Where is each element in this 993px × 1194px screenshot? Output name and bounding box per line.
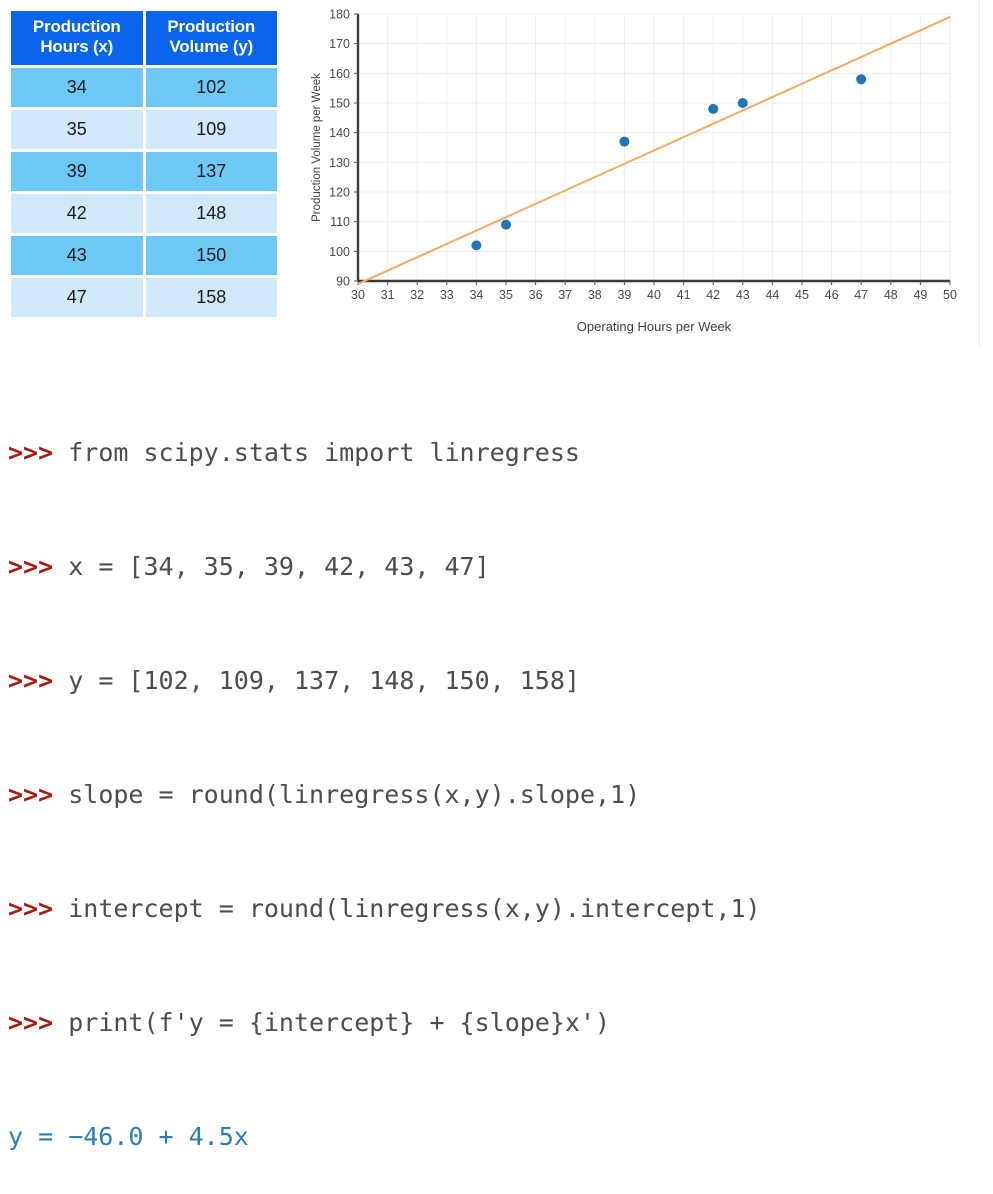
- x-tick-label: 46: [825, 288, 839, 302]
- table-header-row: Production Hours (x) Production Volume (…: [11, 11, 277, 65]
- table-row: 43 150: [11, 236, 277, 275]
- chart-axes: [354, 13, 951, 285]
- cell-volume: 158: [145, 278, 277, 317]
- x-tick-label: 42: [706, 288, 720, 302]
- console-line: >>> slope = round(linregress(x,y).slope,…: [8, 776, 993, 814]
- console-code: slope = round(linregress(x,y).slope,1): [68, 780, 641, 809]
- cell-volume: 137: [145, 152, 277, 191]
- column-header-line-1: Production: [167, 17, 256, 36]
- x-tick-label: 36: [529, 288, 543, 302]
- cell-hours: 35: [11, 110, 143, 149]
- cell-hours: 39: [11, 152, 143, 191]
- table-row: 35 109: [11, 110, 277, 149]
- console-prompt: >>>: [8, 894, 54, 923]
- column-header-line-2: Hours (x): [40, 37, 114, 56]
- console-prompt: >>>: [8, 780, 54, 809]
- data-point: [501, 219, 511, 230]
- console-code: intercept = round(linregress(x,y).interc…: [68, 894, 761, 923]
- x-tick-label: 43: [736, 288, 750, 302]
- x-tick-label: 50: [943, 288, 957, 302]
- console-line: >>> print(f'y = {intercept} + {slope}x'): [8, 1004, 993, 1042]
- data-point: [471, 240, 482, 251]
- cell-volume: 148: [145, 194, 277, 233]
- cell-hours: 43: [11, 236, 143, 275]
- table-header: Production Hours (x) Production Volume (…: [11, 11, 277, 65]
- cell-volume: 102: [145, 68, 277, 107]
- cell-volume: 150: [145, 236, 277, 275]
- cell-hours: 34: [11, 68, 143, 107]
- console-prompt: >>>: [8, 552, 54, 581]
- console-code: print(f'y = {intercept} + {slope}x'): [68, 1008, 611, 1037]
- production-data-table: Production Hours (x) Production Volume (…: [8, 8, 280, 320]
- column-header-production-volume: Production Volume (y): [145, 11, 277, 65]
- table-row: 42 148: [11, 194, 277, 233]
- console-output: y = −46.0 + 4.5x: [8, 1122, 249, 1151]
- cell-volume: 109: [145, 110, 277, 149]
- chart-gridlines: [357, 13, 951, 282]
- top-visuals-area: Production Hours (x) Production Volume (…: [0, 0, 993, 352]
- data-point: [619, 136, 630, 147]
- column-header-line-2: Volume (y): [169, 37, 254, 56]
- y-tick-label: 150: [329, 97, 350, 111]
- x-tick-label: 41: [677, 288, 691, 302]
- y-tick-label: 120: [329, 186, 350, 200]
- y-tick-label: 180: [329, 8, 350, 22]
- y-tick-label: 170: [329, 37, 350, 51]
- table-row: 34 102: [11, 68, 277, 107]
- y-tick-label: 100: [329, 245, 350, 259]
- x-tick-label: 39: [617, 288, 631, 302]
- x-tick-label: 30: [351, 288, 365, 302]
- console-line: >>> x = [34, 35, 39, 42, 43, 47]: [8, 548, 993, 586]
- console-line: >>> y = [102, 109, 137, 148, 150, 158]: [8, 662, 993, 700]
- y-tick-label: 90: [336, 275, 350, 289]
- console-code: x = [34, 35, 39, 42, 43, 47]: [68, 552, 490, 581]
- column-header-line-1: Production: [32, 17, 121, 36]
- chart-y-axis-label: Production Volume per Week: [311, 73, 323, 222]
- x-tick-label: 47: [854, 288, 868, 302]
- x-tick-label: 48: [884, 288, 898, 302]
- x-tick-label: 32: [410, 288, 424, 302]
- python-console-block: >>> from scipy.stats import linregress >…: [0, 352, 993, 1151]
- chart-x-axis-label: Operating Hours per Week: [577, 319, 732, 334]
- console-code: y = [102, 109, 137, 148, 150, 158]: [68, 666, 580, 695]
- table-body: 34 102 35 109 39 137 42 148 43 150 47 15…: [11, 68, 277, 317]
- data-point: [737, 98, 748, 108]
- x-tick-label: 33: [440, 288, 454, 302]
- x-tick-label: 45: [795, 288, 809, 302]
- console-line: >>> intercept = round(linregress(x,y).in…: [8, 890, 993, 928]
- table-row: 39 137: [11, 152, 277, 191]
- x-tick-label: 40: [647, 288, 661, 302]
- console-code: from scipy.stats import linregress: [68, 438, 580, 467]
- column-header-production-hours: Production Hours (x): [11, 11, 143, 65]
- y-tick-label: 130: [329, 156, 350, 170]
- console-line: >>> from scipy.stats import linregress: [8, 434, 993, 472]
- x-tick-label: 35: [499, 288, 513, 302]
- data-point: [856, 74, 867, 85]
- y-tick-label: 110: [330, 215, 350, 229]
- data-point: [708, 103, 719, 114]
- data-table: Production Hours (x) Production Volume (…: [8, 8, 280, 320]
- cell-hours: 42: [11, 194, 143, 233]
- y-tick-label: 160: [329, 67, 350, 81]
- console-prompt: >>>: [8, 438, 54, 467]
- cell-hours: 47: [11, 278, 143, 317]
- y-tick-label: 140: [329, 126, 350, 140]
- scatter-chart: 30 31 32 33 34 35 36 37 38 39 40 41 42 43 44 45 46 47 48 49…: [311, 8, 957, 335]
- x-tick-label: 38: [588, 288, 602, 302]
- scatter-chart-panel: 30 31 32 33 34 35 36 37 38 39 40 41 42 43 44 45 46 47 48 49…: [302, 0, 980, 348]
- x-tick-label: 37: [558, 288, 572, 302]
- console-prompt: >>>: [8, 1008, 54, 1037]
- x-tick-label: 34: [469, 288, 483, 302]
- x-tick-label: 44: [765, 288, 779, 302]
- table-row: 47 158: [11, 278, 277, 317]
- console-prompt: >>>: [8, 666, 54, 695]
- x-tick-label: 49: [913, 288, 927, 302]
- x-tick-label: 31: [381, 288, 395, 302]
